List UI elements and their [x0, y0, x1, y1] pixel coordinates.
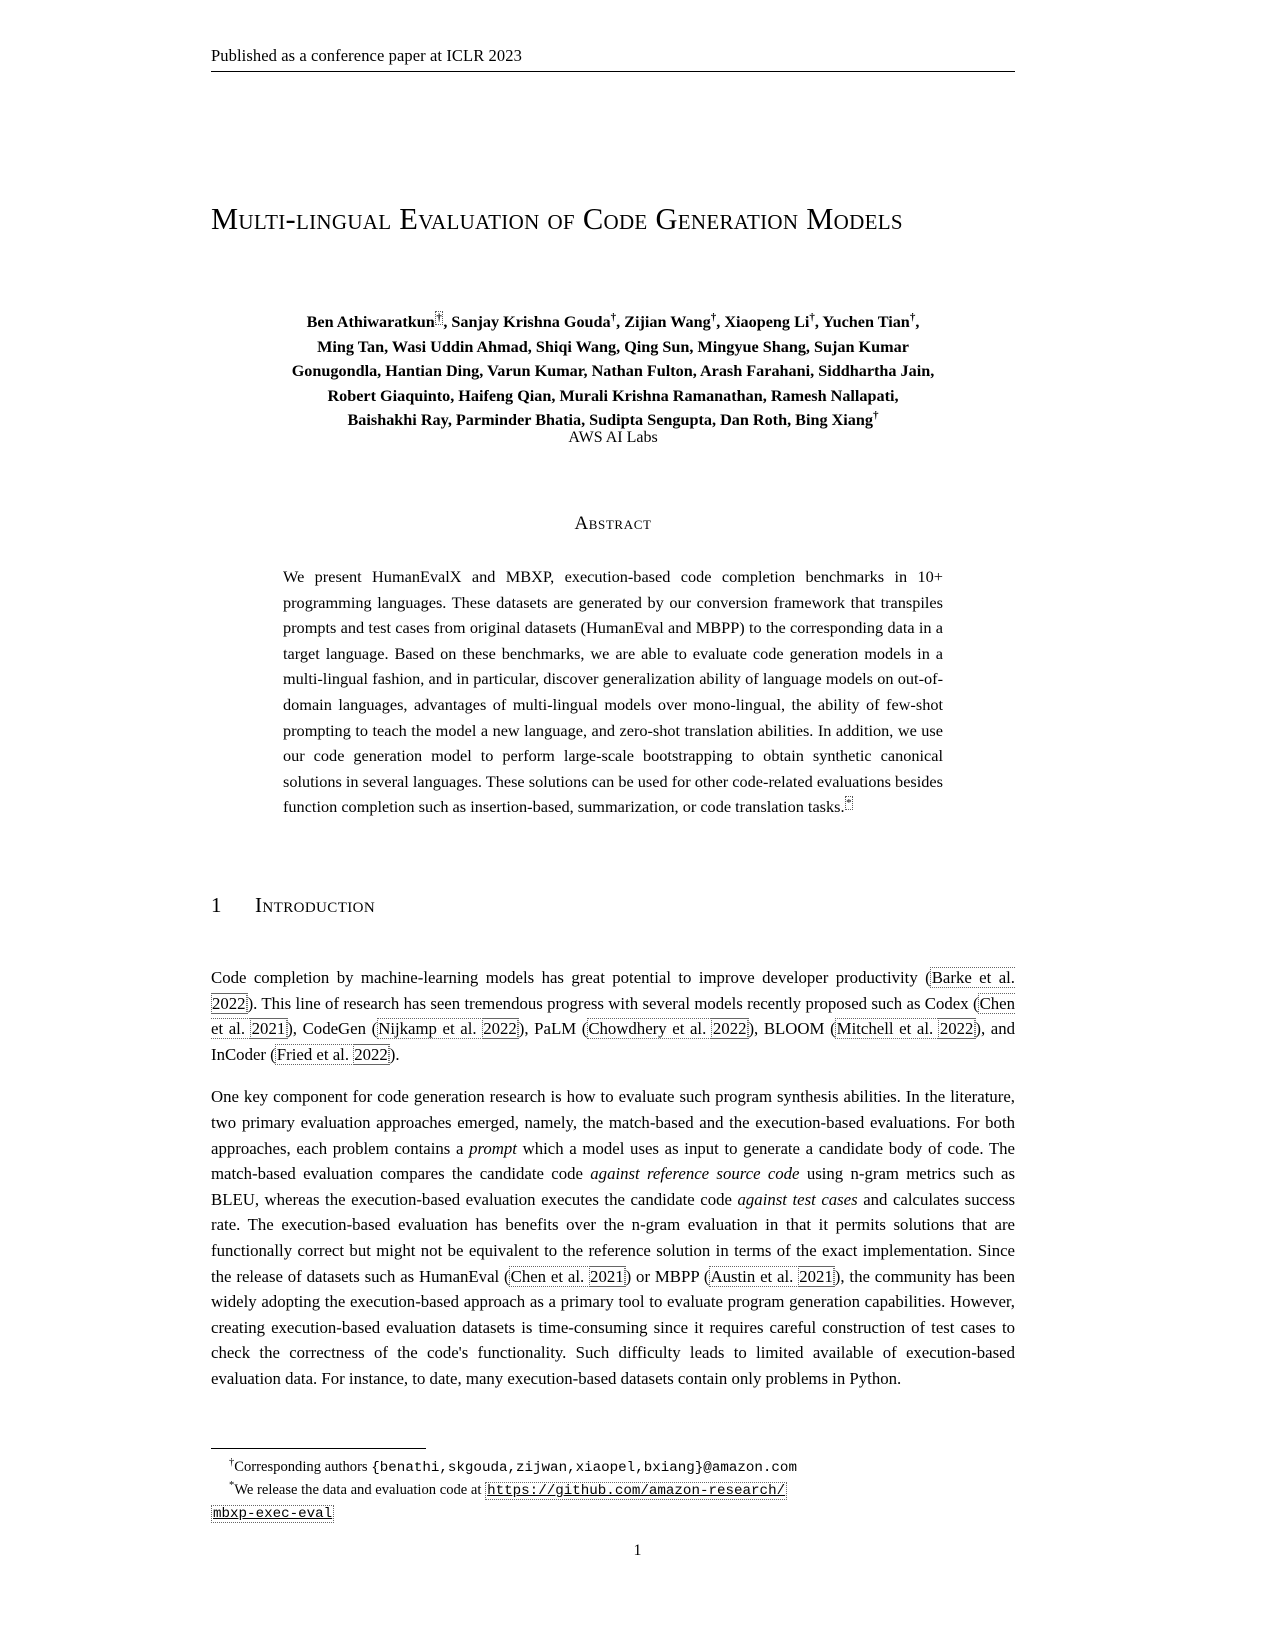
abstract-body: We present HumanEvalX and MBXP, executio…	[283, 564, 943, 820]
p1-seg-1: Code completion by machine-learning mode…	[211, 968, 931, 987]
emphasis-prompt: prompt	[469, 1138, 517, 1158]
p2-seg-5: ) or MBPP (	[625, 1266, 710, 1286]
abstract-text: We present HumanEvalX and MBXP, executio…	[283, 567, 943, 817]
author-seg-c: , Zijian Wang	[616, 313, 711, 331]
p1-seg-3: ), CodeGen (	[287, 1019, 378, 1039]
p1-seg-4: ), PaLM (	[518, 1019, 588, 1039]
citation-mitchell-2022[interactable]: Mitchell et al. 2022	[835, 1018, 976, 1040]
footnote-1-text: Corresponding authors	[234, 1459, 372, 1475]
affiliation: AWS AI Labs	[568, 429, 658, 446]
abstract-heading: Abstract	[574, 513, 652, 534]
paragraph-2: One key component for code generation re…	[211, 1084, 1015, 1391]
footnote-2-text: We release the data and evaluation code …	[234, 1482, 486, 1498]
citation-author: Barke et al.	[931, 968, 1015, 987]
footnote-rule	[211, 1448, 426, 1449]
running-header-text: Published as a conference paper at ICLR …	[211, 46, 522, 65]
citation-chen-2021-b[interactable]: Chen et al. 2021	[509, 1265, 627, 1287]
footnote-area: †Corresponding authors {benathi,skgouda,…	[211, 1448, 1015, 1525]
footnote-2: *We release the data and evaluation code…	[211, 1479, 1015, 1502]
author-seg-e: , Yuchen Tian	[814, 313, 910, 331]
author-seg-d: , Xiaopeng Li	[716, 313, 810, 331]
dagger-icon: †	[872, 409, 879, 422]
p1-seg-2: ). This line of research has seen tremen…	[247, 993, 979, 1013]
citation-year[interactable]: 2021	[588, 1265, 626, 1287]
section-heading-introduction: 1 Introduction	[211, 893, 375, 918]
citation-author: Austin et al.	[710, 1266, 794, 1286]
citation-year[interactable]: 2022	[938, 1018, 975, 1040]
citation-chowdhery-2022[interactable]: Chowdhery et al. 2022	[586, 1018, 749, 1040]
emphasis-against-test-cases: against test cases	[737, 1189, 858, 1209]
author-list: Ben Athiwaratkun †, Sanjay Krishna Gouda†…	[211, 310, 1015, 433]
citation-author: Chen et al.	[510, 1266, 585, 1286]
footnote-1-email: {benathi,skgouda,zijwan,xiaopel,bxiang}@…	[371, 1460, 797, 1476]
paper-page: Published as a conference paper at ICLR …	[0, 0, 1275, 1650]
asterisk-footnote-link[interactable]: *	[844, 795, 854, 810]
page-number: 1	[633, 1542, 642, 1559]
citation-author: Mitchell et al.	[836, 1019, 934, 1039]
author-line-4: Robert Giaquinto, Haifeng Qian, Murali K…	[327, 386, 899, 405]
citation-nijkamp-2022[interactable]: Nijkamp et al. 2022	[376, 1018, 520, 1040]
running-header: Published as a conference paper at ICLR …	[211, 46, 1015, 72]
citation-year[interactable]: 2022	[711, 1018, 748, 1040]
footnote-1: †Corresponding authors {benathi,skgouda,…	[211, 1456, 1015, 1479]
citation-year[interactable]: 2021	[797, 1265, 835, 1287]
author-seg-f: ,	[915, 313, 920, 331]
author-line-1: Ben Athiwaratkun †, Sanjay Krishna Gouda†…	[211, 310, 1015, 335]
section-title: Introduction	[255, 893, 376, 917]
citation-year[interactable]: 2022	[481, 1018, 519, 1040]
section-number: 1	[211, 893, 222, 917]
citation-author: Chowdhery et al.	[588, 1019, 707, 1039]
citation-austin-2021[interactable]: Austin et al. 2021	[708, 1265, 836, 1287]
author-line-2: Ming Tan, Wasi Uddin Ahmad, Shiqi Wang, …	[317, 337, 909, 356]
citation-fried-2022[interactable]: Fried et al. 2022	[275, 1043, 391, 1065]
footnote-2-url-part-2[interactable]: mbxp-exec-eval	[211, 1505, 335, 1523]
title-line-2: Models	[806, 202, 903, 236]
footnote-2-url-part-1[interactable]: https://github.com/amazon-research/	[485, 1482, 788, 1500]
citation-author: Nijkamp et al.	[378, 1019, 477, 1039]
citation-author: Fried et al.	[276, 1044, 350, 1064]
citation-year[interactable]: 2022	[210, 992, 248, 1014]
emphasis-against-reference-source-code: against reference source code	[590, 1164, 800, 1184]
citation-year[interactable]: 2021	[250, 1018, 287, 1040]
author-seg-last: Baishakhi Ray, Parminder Bhatia, Sudipta…	[347, 411, 873, 429]
abstract-paragraph: We present HumanEvalX and MBXP, executio…	[283, 564, 943, 820]
p1-seg-5: ), BLOOM (	[748, 1019, 836, 1039]
author-seg-b: , Sanjay Krishna Gouda	[443, 313, 611, 331]
footnote-2-cont: mbxp-exec-eval	[211, 1502, 1015, 1525]
body-text: Code completion by machine-learning mode…	[210, 965, 1015, 1392]
citation-year[interactable]: 2022	[352, 1043, 390, 1065]
paragraph-1: Code completion by machine-learning mode…	[210, 965, 1015, 1067]
p1-seg-7: ).	[389, 1044, 400, 1064]
title-block: Multi-lingual Evaluation of Code Generat…	[211, 196, 1021, 243]
header-rule	[211, 71, 1015, 72]
title-line-1: Multi-lingual Evaluation of Code Generat…	[211, 202, 799, 236]
author-line-3: Gonugondla, Hantian Ding, Varun Kumar, N…	[291, 362, 935, 380]
page-title: Multi-lingual Evaluation of Code Generat…	[211, 196, 1021, 243]
author-name-first: Ben Athiwaratkun	[306, 313, 435, 331]
